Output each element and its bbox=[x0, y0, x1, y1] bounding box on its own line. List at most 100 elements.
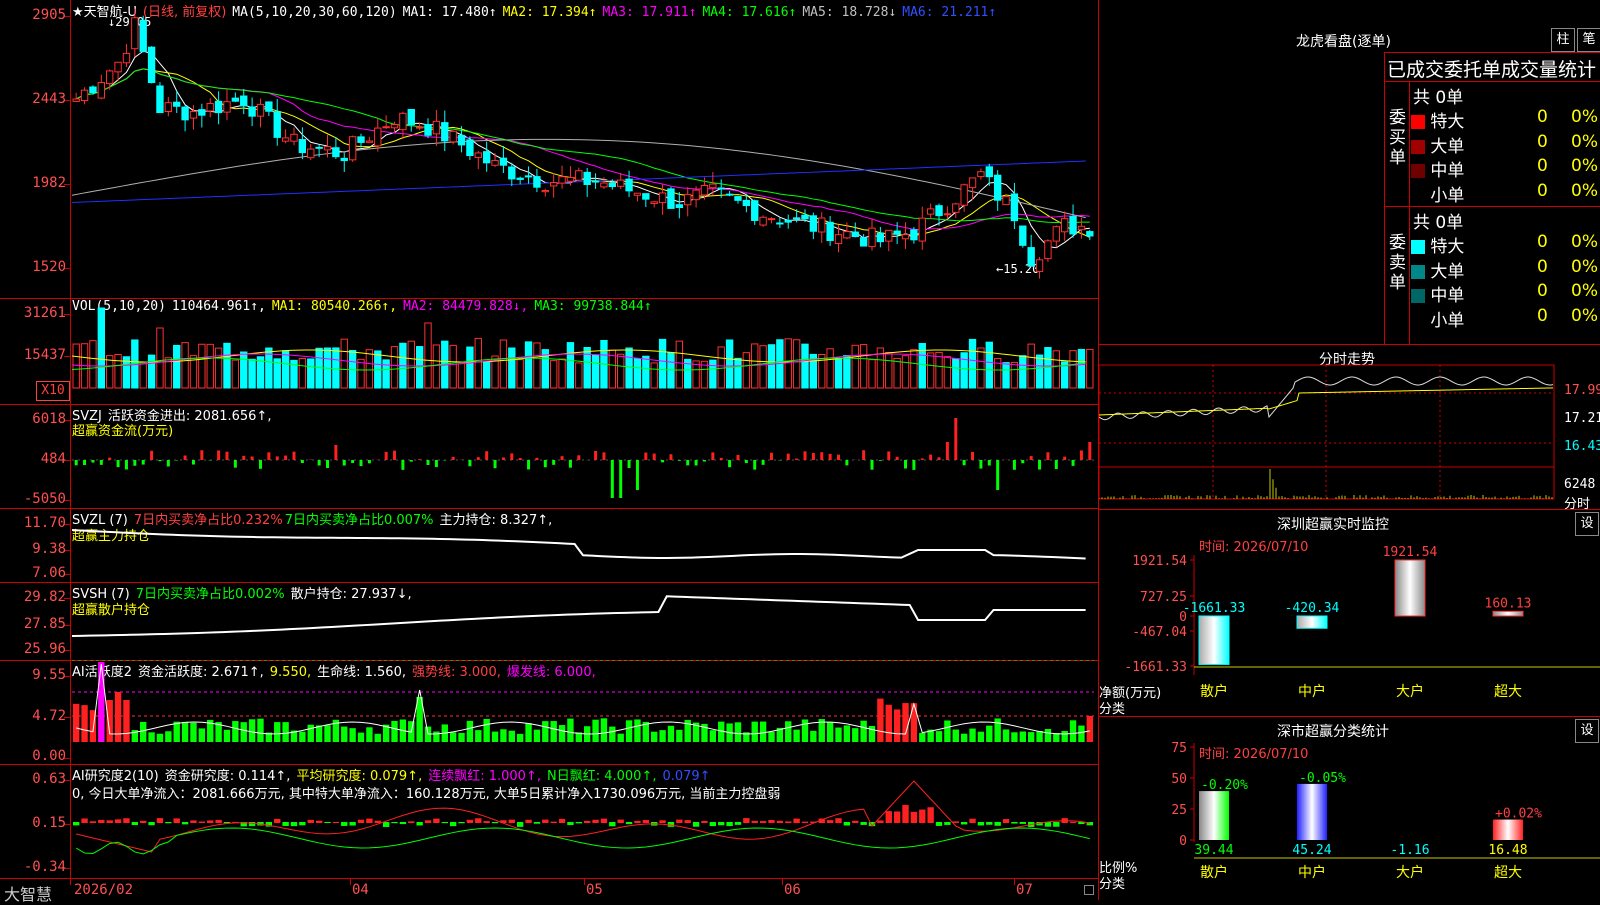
candle-body bbox=[265, 101, 273, 112]
svzj-pane[interactable]: 6018 484 -5050 SVZJ 活跃资金进出: 2081.656↑, 超赢… bbox=[0, 404, 1098, 509]
sz-ratio-bar bbox=[1297, 783, 1327, 840]
research-bar bbox=[609, 822, 616, 827]
candlestick-chart[interactable] bbox=[0, 0, 1098, 298]
fund-flow-chart[interactable] bbox=[0, 404, 1098, 508]
order-color-swatch bbox=[1411, 264, 1425, 279]
volume-bar bbox=[206, 343, 214, 389]
candle-body bbox=[658, 192, 667, 204]
candle-body bbox=[1077, 225, 1086, 231]
volume-bar bbox=[960, 352, 968, 389]
research-bar bbox=[324, 822, 331, 824]
research-bar bbox=[332, 821, 340, 823]
research-bar bbox=[885, 811, 892, 823]
volume-bar bbox=[332, 347, 340, 389]
candle-body bbox=[1044, 240, 1052, 260]
activity-bar bbox=[324, 725, 331, 742]
volume-bar bbox=[89, 340, 97, 389]
volume-bar bbox=[675, 340, 684, 389]
volume-bar bbox=[357, 358, 365, 389]
research-bar bbox=[692, 822, 700, 827]
volume-bar bbox=[910, 349, 918, 389]
sz-monitor-y-label: 727.25 bbox=[1140, 590, 1187, 605]
order-pct: 0% bbox=[1571, 107, 1598, 127]
research-bar bbox=[165, 822, 172, 824]
order-color-swatch bbox=[1411, 313, 1425, 328]
order-color-swatch bbox=[1411, 115, 1425, 129]
volume-bar bbox=[591, 354, 600, 389]
research-bar bbox=[131, 822, 139, 826]
activity-bar bbox=[751, 721, 758, 742]
research-bar bbox=[567, 822, 574, 826]
activity-bar bbox=[181, 721, 189, 742]
activity-bar bbox=[1044, 728, 1052, 742]
ai-active-pane[interactable]: 9.55 4.72 0.00 AI活跃度2资金活跃度: 2.671↑,9.550… bbox=[0, 660, 1098, 765]
intraday-chart[interactable] bbox=[1099, 345, 1600, 509]
intraday-panel[interactable]: 分时走势 17.99 17.21 16.43 6248 分时 bbox=[1099, 345, 1600, 512]
candle-body bbox=[650, 201, 658, 205]
volume-bar bbox=[407, 340, 415, 389]
stats-title: 已成交委托单成交量统计 bbox=[1387, 59, 1597, 81]
activity-bar bbox=[307, 724, 314, 742]
candle-body bbox=[558, 176, 566, 184]
order-qty: 0 bbox=[1537, 156, 1548, 176]
candle-body bbox=[993, 174, 1002, 201]
research-bar bbox=[424, 820, 432, 823]
research-bar bbox=[776, 820, 784, 823]
research-bar bbox=[315, 820, 323, 823]
retail-holding-chart[interactable] bbox=[0, 582, 1098, 660]
order-stat-row: 特大 0 0% bbox=[1411, 232, 1600, 257]
volume-bar bbox=[198, 343, 206, 389]
research-bar bbox=[550, 821, 557, 823]
sz-ratio-bar bbox=[1493, 819, 1523, 840]
research-bar bbox=[944, 822, 951, 825]
activity-bar bbox=[1011, 732, 1018, 742]
research-bar bbox=[927, 807, 934, 823]
research-bar bbox=[910, 811, 918, 823]
svsh-pane[interactable]: 29.82 27.85 25.96 SVSH (7) 7日内买卖净占比0.002%… bbox=[0, 582, 1098, 661]
bar-view-button[interactable]: 柱 bbox=[1551, 28, 1575, 52]
tick-view-button[interactable]: 笔 bbox=[1577, 28, 1600, 52]
buy-total: 共 0单 bbox=[1413, 88, 1464, 108]
candle-body bbox=[189, 111, 198, 119]
research-bar bbox=[525, 819, 532, 823]
ai-research-pane[interactable]: 0.63 0.15 -0.34 AI研究度2(10) 资金研究度: 0.114↑,… bbox=[0, 764, 1098, 878]
fund-activity-chart[interactable] bbox=[0, 660, 1098, 764]
order-size-name: 中单 bbox=[1430, 286, 1465, 306]
sz-category-label: 中户 bbox=[1298, 683, 1326, 700]
sz-class-y-label: 0 bbox=[1179, 834, 1187, 849]
research-bar bbox=[709, 822, 717, 827]
candle-body bbox=[248, 106, 256, 117]
activity-bar bbox=[852, 728, 859, 742]
svzl-pane[interactable]: 11.70 9.38 7.06 SVZL (7) 7日内买卖净占比0.232% 7日… bbox=[0, 508, 1098, 583]
activity-bar bbox=[81, 705, 88, 742]
activity-bar bbox=[148, 732, 155, 742]
activity-bar bbox=[374, 733, 381, 742]
research-bar bbox=[349, 822, 356, 826]
volume-pane[interactable]: 31261 15437 X10 VOL(5,10,20) 110464.961↑,… bbox=[0, 298, 1098, 405]
price-pane[interactable]: 2905 2443 1982 1520 ★天智航-U (日线, 前复权) MA(5,… bbox=[0, 0, 1098, 299]
candle-body bbox=[759, 216, 767, 226]
candle-body bbox=[357, 136, 365, 143]
candle-body bbox=[541, 190, 549, 193]
main-holding-chart[interactable] bbox=[0, 508, 1098, 582]
volume-bar bbox=[709, 359, 717, 389]
order-stat-row: 特大 0 0% bbox=[1411, 107, 1600, 132]
volume-bar bbox=[901, 355, 910, 389]
sz-ratio-change: -0.20% bbox=[1201, 778, 1248, 793]
research-bar bbox=[734, 822, 742, 825]
research-bar bbox=[793, 818, 800, 823]
activity-bar bbox=[156, 733, 164, 742]
lock-icon[interactable] bbox=[1084, 885, 1094, 895]
volume-chart[interactable] bbox=[0, 298, 1098, 404]
fund-research-chart[interactable] bbox=[0, 764, 1098, 878]
volume-bar bbox=[968, 338, 977, 389]
volume-bar bbox=[164, 357, 173, 389]
candle-body bbox=[106, 70, 114, 85]
activity-bar bbox=[659, 730, 666, 742]
research-bar bbox=[307, 819, 314, 823]
research-bar bbox=[584, 820, 591, 823]
candle-body bbox=[1027, 247, 1035, 267]
volume-bar bbox=[1035, 354, 1044, 389]
research-bar bbox=[89, 821, 97, 823]
volume-bar bbox=[658, 338, 667, 389]
